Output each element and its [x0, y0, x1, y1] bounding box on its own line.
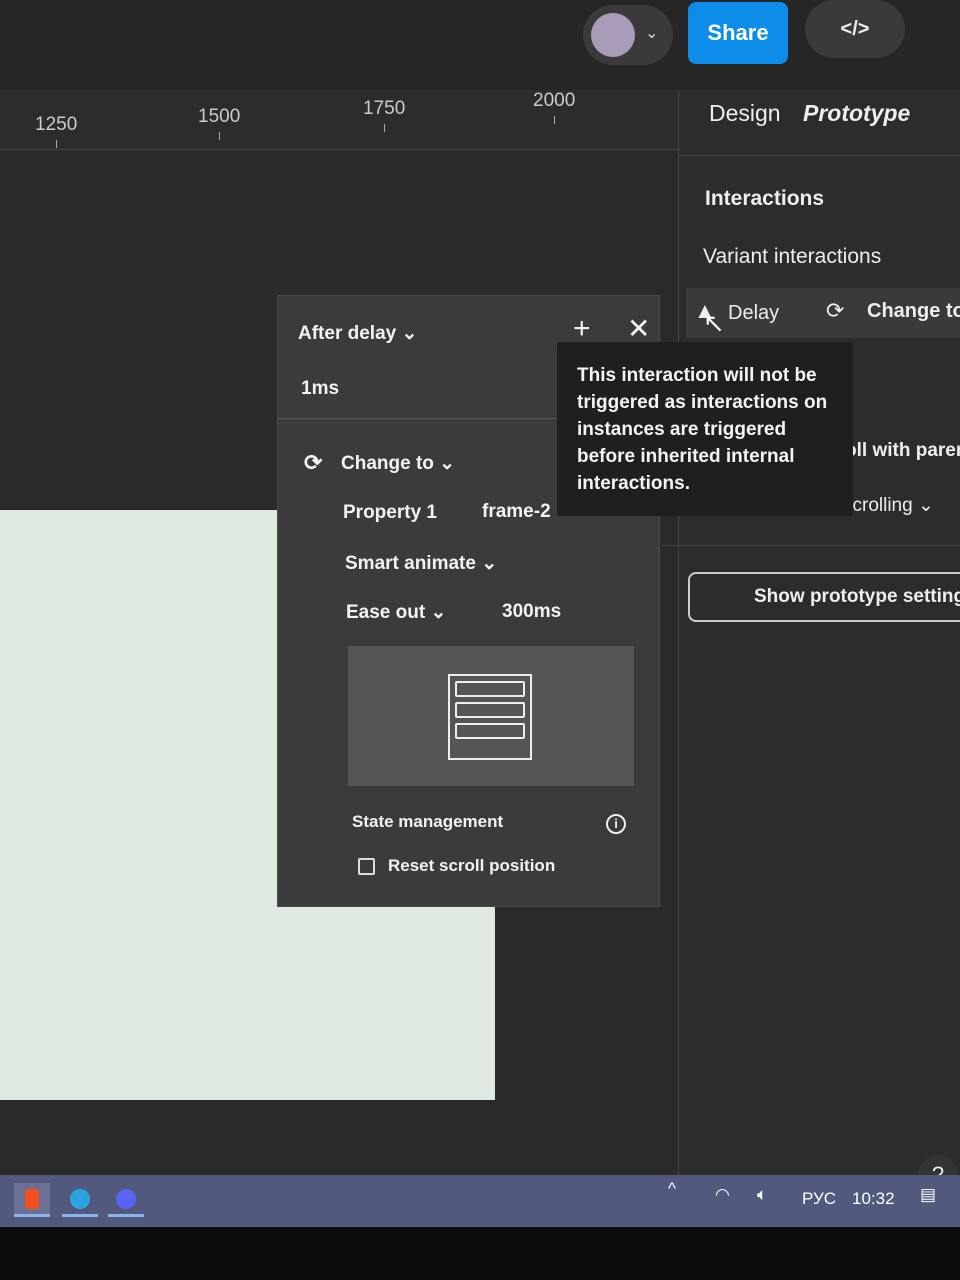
volume-icon[interactable]: 🔈︎: [757, 1185, 767, 1205]
state-management-label: State management: [352, 812, 504, 831]
action-select[interactable]: Change to ⌄: [341, 452, 455, 475]
scroll-with-parent[interactable]: oll with paren: [845, 440, 960, 462]
interactions-heading: Interactions: [705, 187, 825, 210]
divider: [678, 155, 960, 156]
add-icon[interactable]: +: [573, 312, 591, 346]
divider: [662, 545, 960, 546]
easing-select[interactable]: Ease out ⌄: [346, 601, 446, 624]
variant-interactions-heading: Variant interactions: [703, 245, 882, 268]
chevron-down-icon: ⌄: [481, 553, 498, 574]
chevron-down-icon: ⌄: [401, 323, 418, 344]
mouse-cursor-icon: ↖: [703, 308, 725, 338]
trigger-select[interactable]: After delay ⌄: [298, 322, 417, 345]
discord-icon[interactable]: [108, 1183, 144, 1217]
property-value-select[interactable]: frame-2: [482, 501, 551, 523]
warning-tooltip: This interaction will not be triggered a…: [557, 342, 853, 516]
duration-input[interactable]: 300ms: [502, 601, 561, 623]
ruler-tick: 1250: [35, 114, 77, 148]
figma-icon[interactable]: [14, 1183, 50, 1217]
change-to-icon: ⟳: [826, 298, 845, 323]
tab-prototype[interactable]: Prototype: [803, 100, 910, 127]
telegram-icon[interactable]: [62, 1183, 98, 1217]
top-toolbar: ⌄ Share </>: [0, 0, 960, 90]
interaction-action: Change to: [867, 300, 960, 322]
layout-preview-icon: [448, 674, 532, 760]
animation-preview: [348, 646, 634, 786]
chevron-down-icon: ⌄: [439, 453, 456, 474]
horizontal-ruler: 1250 1500 1750 2000: [0, 90, 680, 150]
wifi-icon[interactable]: ◠: [715, 1185, 730, 1205]
user-menu[interactable]: ⌄: [583, 5, 673, 65]
clock[interactable]: 10:32: [852, 1189, 895, 1209]
show-prototype-settings-button[interactable]: Show prototype settings: [688, 572, 960, 622]
chevron-up-icon[interactable]: ^: [668, 1179, 676, 1199]
property-label: Property 1: [343, 502, 437, 523]
chevron-down-icon: ⌄: [645, 25, 659, 42]
interaction-trigger: Delay: [728, 302, 780, 324]
info-icon[interactable]: i: [606, 814, 626, 834]
tab-design[interactable]: Design: [709, 100, 781, 127]
avatar: [591, 13, 635, 57]
change-to-icon: ⟳: [304, 450, 323, 475]
dev-mode-button[interactable]: </>: [805, 0, 905, 58]
reset-scroll-checkbox[interactable]: [358, 858, 375, 875]
share-button[interactable]: Share: [688, 2, 788, 64]
monitor-bezel: [0, 1227, 960, 1280]
notifications-icon[interactable]: ▤: [920, 1185, 936, 1205]
reset-scroll-label[interactable]: Reset scroll position: [388, 856, 555, 876]
ruler-tick: 2000: [533, 90, 575, 124]
language-indicator[interactable]: РУС: [802, 1189, 836, 1209]
chevron-down-icon: ⌄: [430, 602, 447, 623]
scroll-behavior-select[interactable]: scrolling ⌄: [843, 494, 934, 517]
close-icon[interactable]: ✕: [627, 312, 650, 345]
chevron-down-icon: ⌄: [917, 495, 934, 516]
delay-input[interactable]: 1ms: [301, 378, 339, 400]
interaction-row[interactable]: ▲ Delay ⟳ Change to: [686, 288, 960, 338]
ruler-tick: 1750: [363, 98, 405, 132]
animation-select[interactable]: Smart animate ⌄: [345, 552, 497, 575]
taskbar: ^ ◠ 🔈︎ РУС 10:32 ▤: [0, 1175, 960, 1227]
ruler-tick: 1500: [198, 106, 240, 140]
